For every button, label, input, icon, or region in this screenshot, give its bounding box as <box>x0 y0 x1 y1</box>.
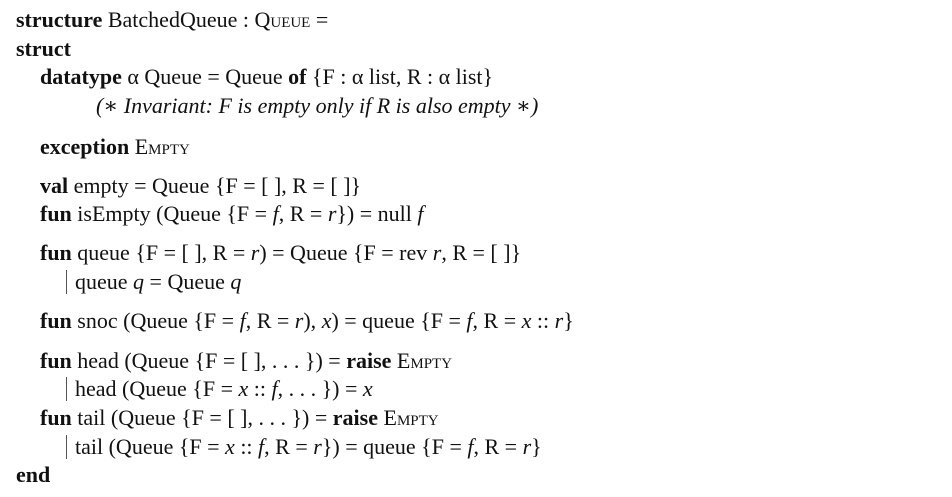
code-text: ) = Queue {F = rev <box>259 240 433 265</box>
code-text: :: <box>248 376 272 401</box>
code-text: head (Queue {F = [ ], . . . }) = <box>71 348 347 373</box>
code-text: }) = null <box>336 201 418 226</box>
end-line: end <box>16 461 50 489</box>
code-text: queue {F = [ ], R = <box>71 240 251 265</box>
code-text: tail (Queue {F = <box>75 434 226 459</box>
keyword-of: of <box>288 64 307 89</box>
signature-name: Queue <box>254 7 311 32</box>
datatype-head: α Queue = Queue <box>121 64 289 89</box>
keyword-raise: raise <box>346 348 392 373</box>
code-text: , R = [ ]} <box>441 240 522 265</box>
code-text: } <box>531 434 542 459</box>
keyword-datatype: datatype <box>40 64 122 89</box>
keyword-fun: fun <box>40 240 72 265</box>
variable: x <box>225 434 235 459</box>
code-text: , R = <box>473 434 523 459</box>
keyword-struct: struct <box>16 36 71 61</box>
val-empty-body: empty = Queue {F = [ ], R = [ ]} <box>68 173 362 198</box>
code-text: = Queue <box>144 269 231 294</box>
keyword-structure: structure <box>16 7 103 32</box>
fun-snoc-line: fun snoc (Queue {F = f, R = r), x) = que… <box>40 307 574 335</box>
variable: q <box>133 269 145 294</box>
variable: x <box>521 308 532 333</box>
code-text: head (Queue {F = <box>75 376 239 401</box>
variable: x <box>362 376 373 401</box>
head-clause-line: head (Queue {F = x :: f, . . . }) = x <box>66 375 373 403</box>
clause-bar <box>66 435 67 459</box>
variable: r <box>554 308 564 333</box>
clause-bar <box>66 270 67 294</box>
comment-open: (∗ <box>96 93 124 118</box>
code-text: isEmpty (Queue {F = <box>71 201 273 226</box>
keyword-fun: fun <box>40 308 72 333</box>
datatype-line: datatype α Queue = Queue of {F : α list,… <box>40 63 493 91</box>
code-text: tail (Queue {F = [ ], . . . }) = <box>71 405 333 430</box>
keyword-fun: fun <box>40 405 72 430</box>
code-text: } <box>563 308 574 333</box>
comment-text: F is empty only if R is also empty ∗) <box>212 93 539 118</box>
code-text: :: <box>531 308 555 333</box>
tail-clause-line: tail (Queue {F = x :: f, R = r}) = queue… <box>66 433 542 461</box>
code-text: , R = <box>264 434 314 459</box>
code-text: }) = queue {F = <box>321 434 468 459</box>
keyword-raise: raise <box>332 405 378 430</box>
variable: x <box>321 308 332 333</box>
code-text: snoc (Queue {F = <box>71 308 240 333</box>
variable: x <box>238 376 249 401</box>
keyword-end: end <box>16 462 51 487</box>
code-text: ), <box>303 308 322 333</box>
structure-line: structure BatchedQueue : Queue = <box>16 6 328 34</box>
code-text: , R = <box>472 308 522 333</box>
variable: r <box>313 434 322 459</box>
clause-bar <box>66 377 67 401</box>
variable: q <box>230 269 242 294</box>
keyword-val: val <box>40 173 69 198</box>
variable: r <box>522 434 532 459</box>
code-text: queue <box>75 269 134 294</box>
fun-tail-line: fun tail (Queue {F = [ ], . . . }) = rai… <box>40 404 439 432</box>
exception-name: Empty <box>129 134 190 159</box>
invariant-comment: (∗ Invariant: F is empty only if R is al… <box>96 92 538 120</box>
code-text: :: <box>234 434 259 459</box>
fun-head-line: fun head (Queue {F = [ ], . . . }) = rai… <box>40 347 452 375</box>
datatype-record: {F : α list, R : α list} <box>306 64 494 89</box>
keyword-fun: fun <box>40 201 72 226</box>
fun-queue-line: fun queue {F = [ ], R = r) = Queue {F = … <box>40 239 521 267</box>
code-text: , . . . }) = <box>277 376 363 401</box>
keyword-fun: fun <box>40 348 72 373</box>
keyword-exception: exception <box>40 134 130 159</box>
queue-clause-line: queue q = Queue q <box>66 268 241 296</box>
code-text: , R = <box>278 201 328 226</box>
variable: f <box>417 201 424 226</box>
exception-name: Empty <box>378 405 439 430</box>
structure-name: BatchedQueue : <box>102 7 255 32</box>
struct-line: struct <box>16 35 71 63</box>
fun-isempty-line: fun isEmpty (Queue {F = f, R = r}) = nul… <box>40 200 424 228</box>
val-empty-line: val empty = Queue {F = [ ], R = [ ]} <box>40 172 361 200</box>
comment-label: Invariant: <box>123 93 213 118</box>
exception-name: Empty <box>391 348 453 373</box>
exception-line: exception Empty <box>40 133 190 161</box>
code-text: ) = queue {F = <box>331 308 467 333</box>
code-text: , R = <box>245 308 295 333</box>
equals-sign: = <box>310 7 329 32</box>
